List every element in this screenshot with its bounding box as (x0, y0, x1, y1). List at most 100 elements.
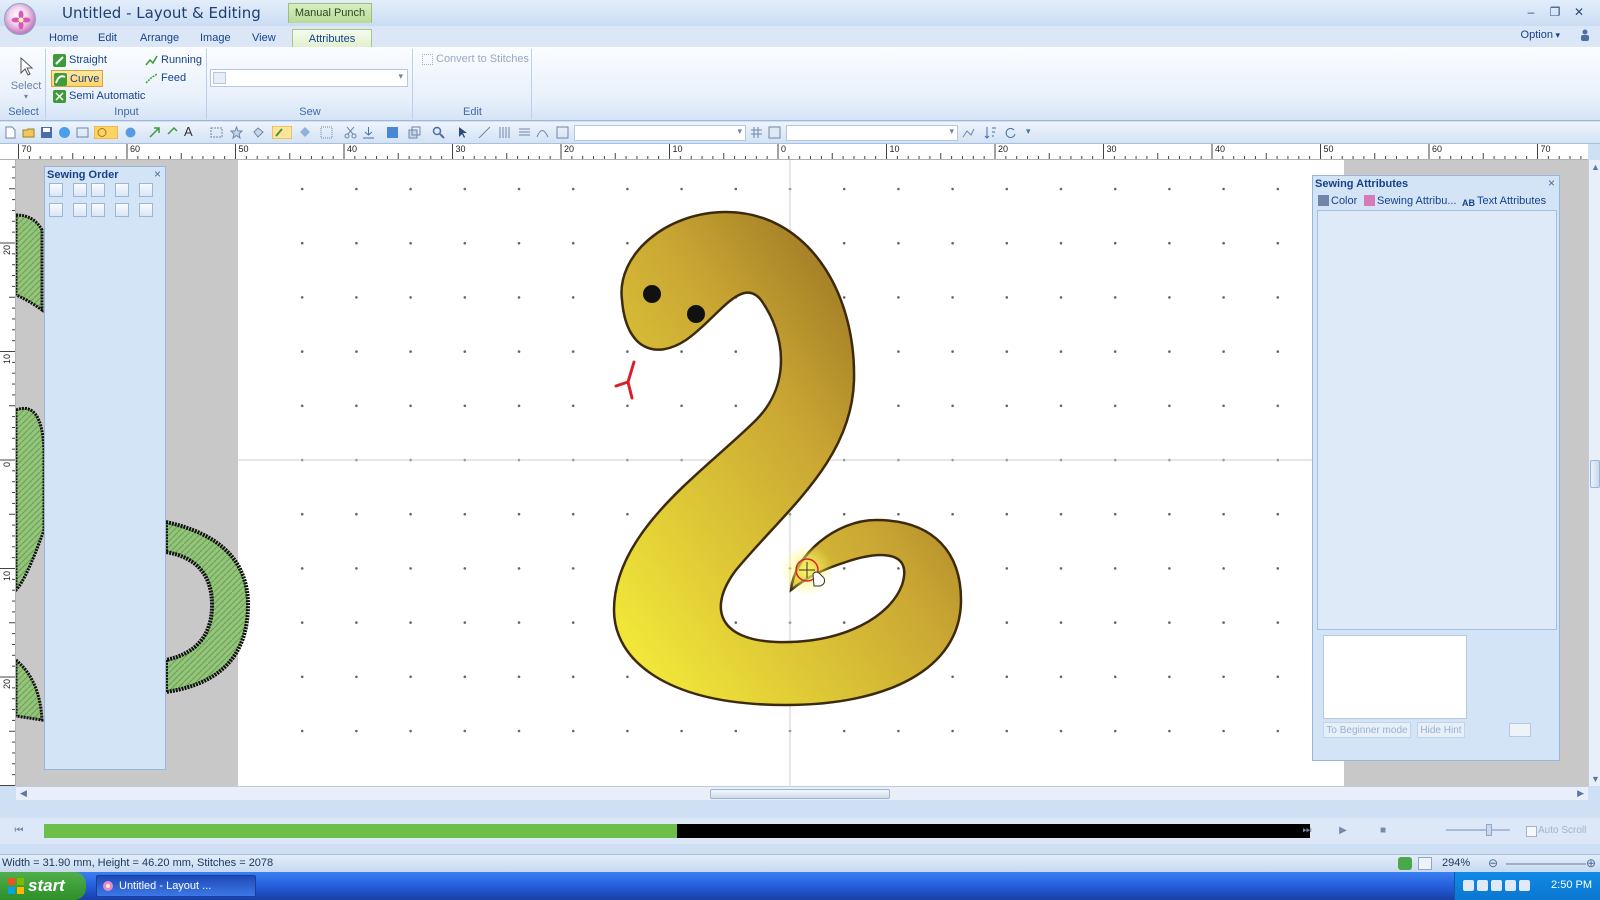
star-shape-icon[interactable] (230, 126, 243, 139)
color-wheel-icon[interactable] (124, 126, 137, 139)
speed-slider[interactable] (1446, 824, 1510, 836)
lock-icon[interactable] (115, 183, 129, 197)
tab-view[interactable]: View (246, 29, 282, 48)
thread-brand-dropdown[interactable]: ▾ (574, 125, 746, 141)
copy-icon[interactable] (73, 203, 87, 217)
tab-home[interactable]: Home (43, 29, 84, 48)
user-help-icon[interactable] (1580, 29, 1590, 41)
semi-automatic-button[interactable]: Semi Automatic (51, 88, 148, 105)
rotate-icon[interactable] (1004, 126, 1017, 139)
pointer-icon[interactable] (456, 126, 469, 139)
open-folder-icon[interactable] (22, 126, 35, 139)
tab-edit[interactable]: Edit (92, 29, 123, 48)
scroll-down-icon[interactable]: ▼ (1591, 774, 1600, 784)
customize-toolbar-icon[interactable]: ▾ (1026, 126, 1039, 139)
stitch-progress-bar[interactable] (44, 824, 1310, 838)
status-refresh-icon[interactable] (1398, 857, 1412, 870)
scroll-right-icon[interactable]: ▶ (1577, 788, 1584, 799)
hoop-icon[interactable] (556, 126, 569, 139)
option-menu[interactable]: Option (1521, 29, 1560, 41)
jump-to-end-icon[interactable]: ⏭ (1296, 823, 1318, 839)
page-icon[interactable] (139, 183, 153, 197)
start-button[interactable]: start (0, 872, 86, 900)
vertical-scrollbar[interactable]: ▲ ▼ (1588, 160, 1600, 786)
snake-design[interactable] (612, 210, 963, 707)
frame-view-icon[interactable] (768, 126, 781, 139)
play-icon[interactable]: ▶ (1332, 823, 1354, 839)
punch-highlight-icon[interactable] (272, 126, 292, 139)
zoom-in-icon[interactable]: ⊕ (1586, 856, 1596, 870)
feed-button[interactable]: Feed (143, 70, 189, 87)
fit-page-icon[interactable] (1418, 857, 1432, 870)
straight-button[interactable]: Straight (51, 52, 110, 69)
scroll-up-icon[interactable]: ▲ (1591, 162, 1600, 172)
punch-tool-icon[interactable] (94, 126, 118, 139)
update-icon[interactable] (1505, 880, 1516, 891)
fill-stitch-icon[interactable] (518, 126, 531, 139)
close-icon[interactable]: × (1548, 176, 1555, 190)
tab-attributes[interactable]: Attributes (292, 29, 372, 48)
tab-color[interactable]: Color (1317, 193, 1357, 209)
globe-icon[interactable] (58, 126, 71, 139)
save-icon[interactable] (40, 126, 53, 139)
curve-button[interactable]: Curve (51, 70, 104, 87)
horizontal-scroll-thumb[interactable] (710, 789, 890, 799)
tab-text-attributes[interactable]: AB Text Attributes (1461, 193, 1546, 209)
zoom-out-icon[interactable]: ⊖ (1488, 856, 1498, 870)
text-tool-icon[interactable]: A (184, 124, 197, 139)
application-orb-button[interactable] (4, 3, 36, 35)
tab-sewing-attributes[interactable]: Sewing Attribu... (1363, 193, 1457, 209)
view-all-icon[interactable] (49, 183, 63, 197)
zoom-icon[interactable] (432, 126, 445, 139)
close-window-button[interactable]: ✕ (1568, 3, 1590, 21)
horizontal-scrollbar[interactable]: ◀ ▶ (16, 786, 1588, 800)
network-icon[interactable] (1463, 880, 1474, 891)
export-arrow-icon[interactable] (166, 126, 179, 139)
sort-icon[interactable] (984, 126, 997, 139)
scissors-icon[interactable] (344, 126, 357, 139)
vertical-scroll-thumb[interactable] (1590, 460, 1600, 488)
hint-settings-icon[interactable] (1509, 723, 1531, 737)
select-region-icon[interactable] (320, 126, 333, 139)
scissors-icon[interactable] (115, 203, 129, 217)
convert-to-stitches-button[interactable]: Convert to Stitches (422, 53, 529, 65)
sew-type-dropdown[interactable]: ▾ (210, 69, 408, 87)
antivirus-icon[interactable] (1491, 880, 1502, 891)
context-tab-manual-punch[interactable]: Manual Punch (288, 3, 372, 23)
measure-icon[interactable] (478, 126, 491, 139)
rectangle-select-icon[interactable] (210, 126, 223, 139)
select-tool-button[interactable]: Select ▾ (10, 56, 42, 101)
shape-tool-icon[interactable] (252, 126, 265, 139)
stitch-simulator-icon[interactable] (962, 126, 975, 139)
split-icon[interactable] (91, 183, 105, 197)
auto-scroll-checkbox[interactable]: Auto Scroll (1526, 825, 1586, 837)
stop-icon[interactable]: ■ (1372, 823, 1394, 839)
tab-image[interactable]: Image (194, 29, 237, 48)
snake-body[interactable] (612, 210, 963, 707)
align-bottom-icon[interactable] (362, 126, 375, 139)
tab-arrange[interactable]: Arrange (134, 29, 185, 48)
thread-color-dropdown[interactable]: ▾ (786, 125, 958, 141)
satin-stitch-icon[interactable] (498, 126, 511, 139)
running-button[interactable]: Running (143, 52, 205, 69)
grid-icon[interactable] (750, 126, 763, 139)
import-arrow-icon[interactable] (148, 126, 161, 139)
move-icon[interactable] (49, 203, 63, 217)
volume-icon[interactable] (1477, 880, 1488, 891)
pointer-icon[interactable] (139, 203, 153, 217)
restore-button[interactable]: ❐ (1544, 3, 1566, 21)
close-icon[interactable]: × (154, 167, 161, 181)
layers-icon[interactable] (408, 126, 421, 139)
hide-hint-button[interactable]: Hide Hint (1417, 722, 1465, 738)
paint-bucket-icon[interactable] (298, 126, 311, 139)
fill-color-icon[interactable] (386, 126, 399, 139)
minimize-button[interactable]: – (1520, 3, 1542, 21)
speed-slider-knob[interactable] (1486, 824, 1492, 836)
jump-to-start-icon[interactable]: ⏮ (8, 823, 30, 839)
frame-icon[interactable] (76, 126, 89, 139)
usb-icon[interactable] (1519, 880, 1530, 891)
curve-stitch-icon[interactable] (536, 126, 549, 139)
new-file-icon[interactable] (4, 126, 17, 139)
paste-icon[interactable] (91, 203, 105, 217)
merge-icon[interactable] (73, 183, 87, 197)
